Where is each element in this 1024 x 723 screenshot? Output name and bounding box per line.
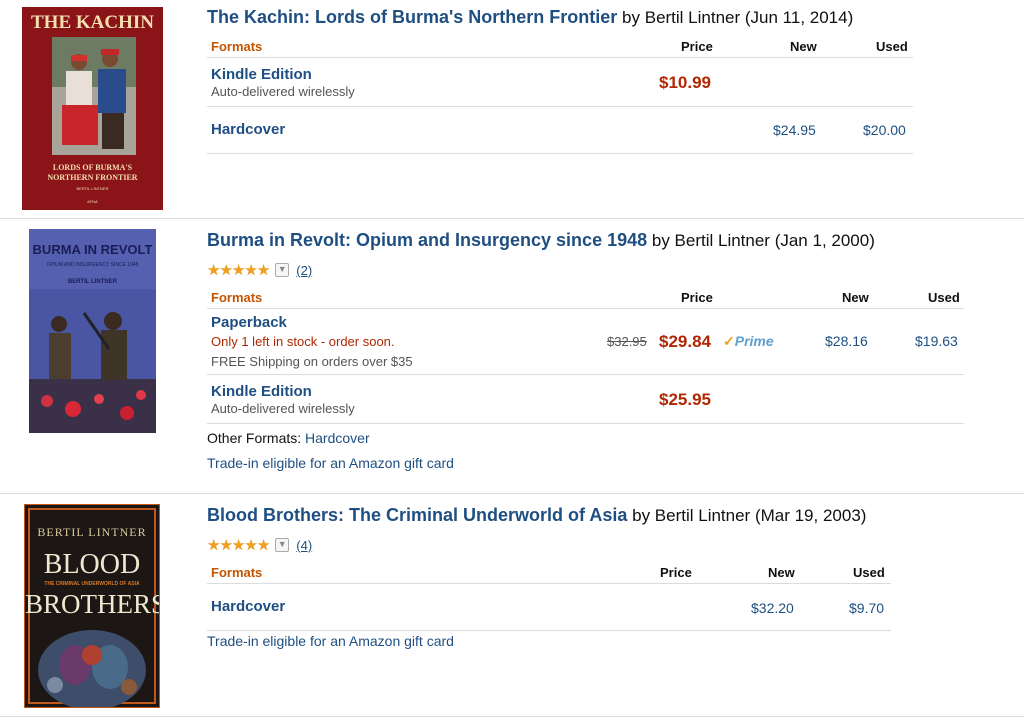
format-subtext: Auto-delivered wirelessly	[211, 401, 355, 416]
star-icon: ★	[256, 262, 270, 279]
book-cover-burma-in-revolt[interactable]: BURMA IN REVOLT OPIUM AND INSURGENCY SIN…	[29, 229, 156, 433]
new-price-link[interactable]: $24.95	[773, 122, 816, 138]
result-separator	[0, 493, 1024, 494]
format-link-paperback[interactable]: Paperback	[211, 314, 287, 331]
new-price-link[interactable]: $28.16	[825, 333, 868, 349]
list-price: $32.95	[607, 334, 647, 349]
trade-in-link[interactable]: Trade-in eligible for an Amazon gift car…	[207, 455, 454, 471]
new-header: New	[768, 565, 795, 580]
table-divider	[207, 630, 891, 631]
formats-header: Formats	[211, 290, 263, 305]
book-cover-blood-brothers[interactable]: BERTIL LINTNER BLOOD THE CRIMINAL UNDERW…	[24, 504, 160, 708]
format-subtext: Auto-delivered wirelessly	[211, 84, 355, 99]
cover-title-text: BLOOD	[43, 549, 141, 580]
star-icon: ★	[207, 537, 220, 554]
cover-subtitle-text: OPIUM AND INSURGENCY SINCE 1948	[46, 262, 139, 268]
star-icon: ★	[219, 262, 232, 279]
new-header: New	[842, 290, 869, 305]
star-rating[interactable]: ★ ★ ★ ★ ★ ▼ (2)	[207, 261, 312, 279]
cover-author-text: BERTIL LINTNER	[37, 525, 147, 539]
price-paperback[interactable]: $29.84	[659, 332, 711, 352]
used-price-link[interactable]: $20.00	[863, 122, 906, 138]
used-header: Used	[876, 39, 908, 54]
table-divider	[207, 106, 913, 107]
trade-in-link[interactable]: Trade-in eligible for an Amazon gift car…	[207, 633, 454, 649]
new-header: New	[790, 39, 817, 54]
used-header: Used	[853, 565, 885, 580]
book-title-link[interactable]: The Kachin: Lords of Burma's Northern Fr…	[207, 7, 617, 27]
star-icon: ★	[244, 262, 257, 279]
format-link-hardcover[interactable]: Hardcover	[211, 121, 285, 138]
result-title-line: The Kachin: Lords of Burma's Northern Fr…	[207, 7, 853, 28]
used-price-link[interactable]: $19.63	[915, 333, 958, 349]
price-kindle[interactable]: $25.95	[659, 390, 711, 410]
table-divider	[207, 308, 964, 309]
result-title-line: Blood Brothers: The Criminal Underworld …	[207, 505, 866, 526]
star-icon: ★	[256, 537, 270, 554]
price-header: Price	[660, 565, 692, 580]
book-cover-the-kachin[interactable]: THE KACHIN LORDS OF BURMA'S NORTHERN FRO…	[22, 7, 163, 210]
result-separator	[0, 716, 1024, 717]
cover-title-text: BURMA IN REVOLT	[32, 242, 153, 257]
prime-check-icon: ✓	[723, 333, 735, 349]
table-divider	[207, 583, 891, 584]
book-title-link[interactable]: Blood Brothers: The Criminal Underworld …	[207, 505, 627, 525]
cover-subtitle-text: THE CRIMINAL UNDERWORLD OF ASIA	[44, 581, 140, 587]
other-formats: Other Formats: Hardcover	[207, 430, 370, 446]
price-header: Price	[681, 290, 713, 305]
price-header: Price	[681, 39, 713, 54]
table-divider	[207, 374, 964, 375]
chevron-down-icon[interactable]: ▼	[275, 263, 290, 277]
byline: by Bertil Lintner (Jun 11, 2014)	[622, 8, 854, 27]
formats-header: Formats	[211, 565, 263, 580]
cover-author-text: BERTIL LINTNER	[76, 186, 109, 191]
used-price-link[interactable]: $9.70	[849, 600, 884, 616]
formats-header: Formats	[211, 39, 263, 54]
cover-author-text: BERTIL LINTNER	[67, 279, 118, 285]
byline: by Bertil Lintner (Jan 1, 2000)	[651, 231, 875, 250]
used-header: Used	[928, 290, 960, 305]
table-divider	[207, 423, 964, 424]
table-divider	[207, 153, 913, 154]
cover-title-text-2: BROTHERS	[25, 589, 160, 619]
cover-art	[29, 229, 156, 433]
byline: by Bertil Lintner (Mar 19, 2003)	[632, 506, 867, 525]
price-kindle[interactable]: $10.99	[659, 73, 711, 93]
star-icon: ★	[231, 262, 245, 279]
star-icon: ★	[219, 537, 232, 554]
other-format-link-hardcover[interactable]: Hardcover	[305, 430, 370, 446]
review-count-link[interactable]: (2)	[296, 263, 312, 278]
other-formats-label: Other Formats:	[207, 430, 302, 446]
cover-publisher-text: AFNA	[87, 199, 98, 204]
new-price-link[interactable]: $32.20	[751, 600, 794, 616]
format-link-kindle[interactable]: Kindle Edition	[211, 66, 312, 83]
shipping-note: FREE Shipping on orders over $35	[211, 354, 413, 369]
review-count-link[interactable]: (4)	[296, 538, 312, 553]
star-icon: ★	[244, 537, 257, 554]
result-title-line: Burma in Revolt: Opium and Insurgency si…	[207, 230, 875, 251]
star-icon: ★	[231, 537, 245, 554]
book-title-link[interactable]: Burma in Revolt: Opium and Insurgency si…	[207, 230, 647, 250]
star-rating[interactable]: ★ ★ ★ ★ ★ ▼ (4)	[207, 536, 312, 554]
format-link-kindle[interactable]: Kindle Edition	[211, 383, 312, 400]
cover-subtitle-text: LORDS OF BURMA'S NORTHERN FRONTIER	[47, 163, 138, 182]
table-divider	[207, 57, 913, 58]
star-icon: ★	[207, 262, 220, 279]
result-separator	[0, 218, 1024, 219]
cover-title-text: THE KACHIN	[31, 12, 154, 33]
chevron-down-icon[interactable]: ▼	[275, 538, 290, 552]
prime-logo: ✓Prime	[723, 333, 774, 349]
stock-warning: Only 1 left in stock - order soon.	[211, 334, 395, 349]
format-link-hardcover[interactable]: Hardcover	[211, 598, 285, 615]
